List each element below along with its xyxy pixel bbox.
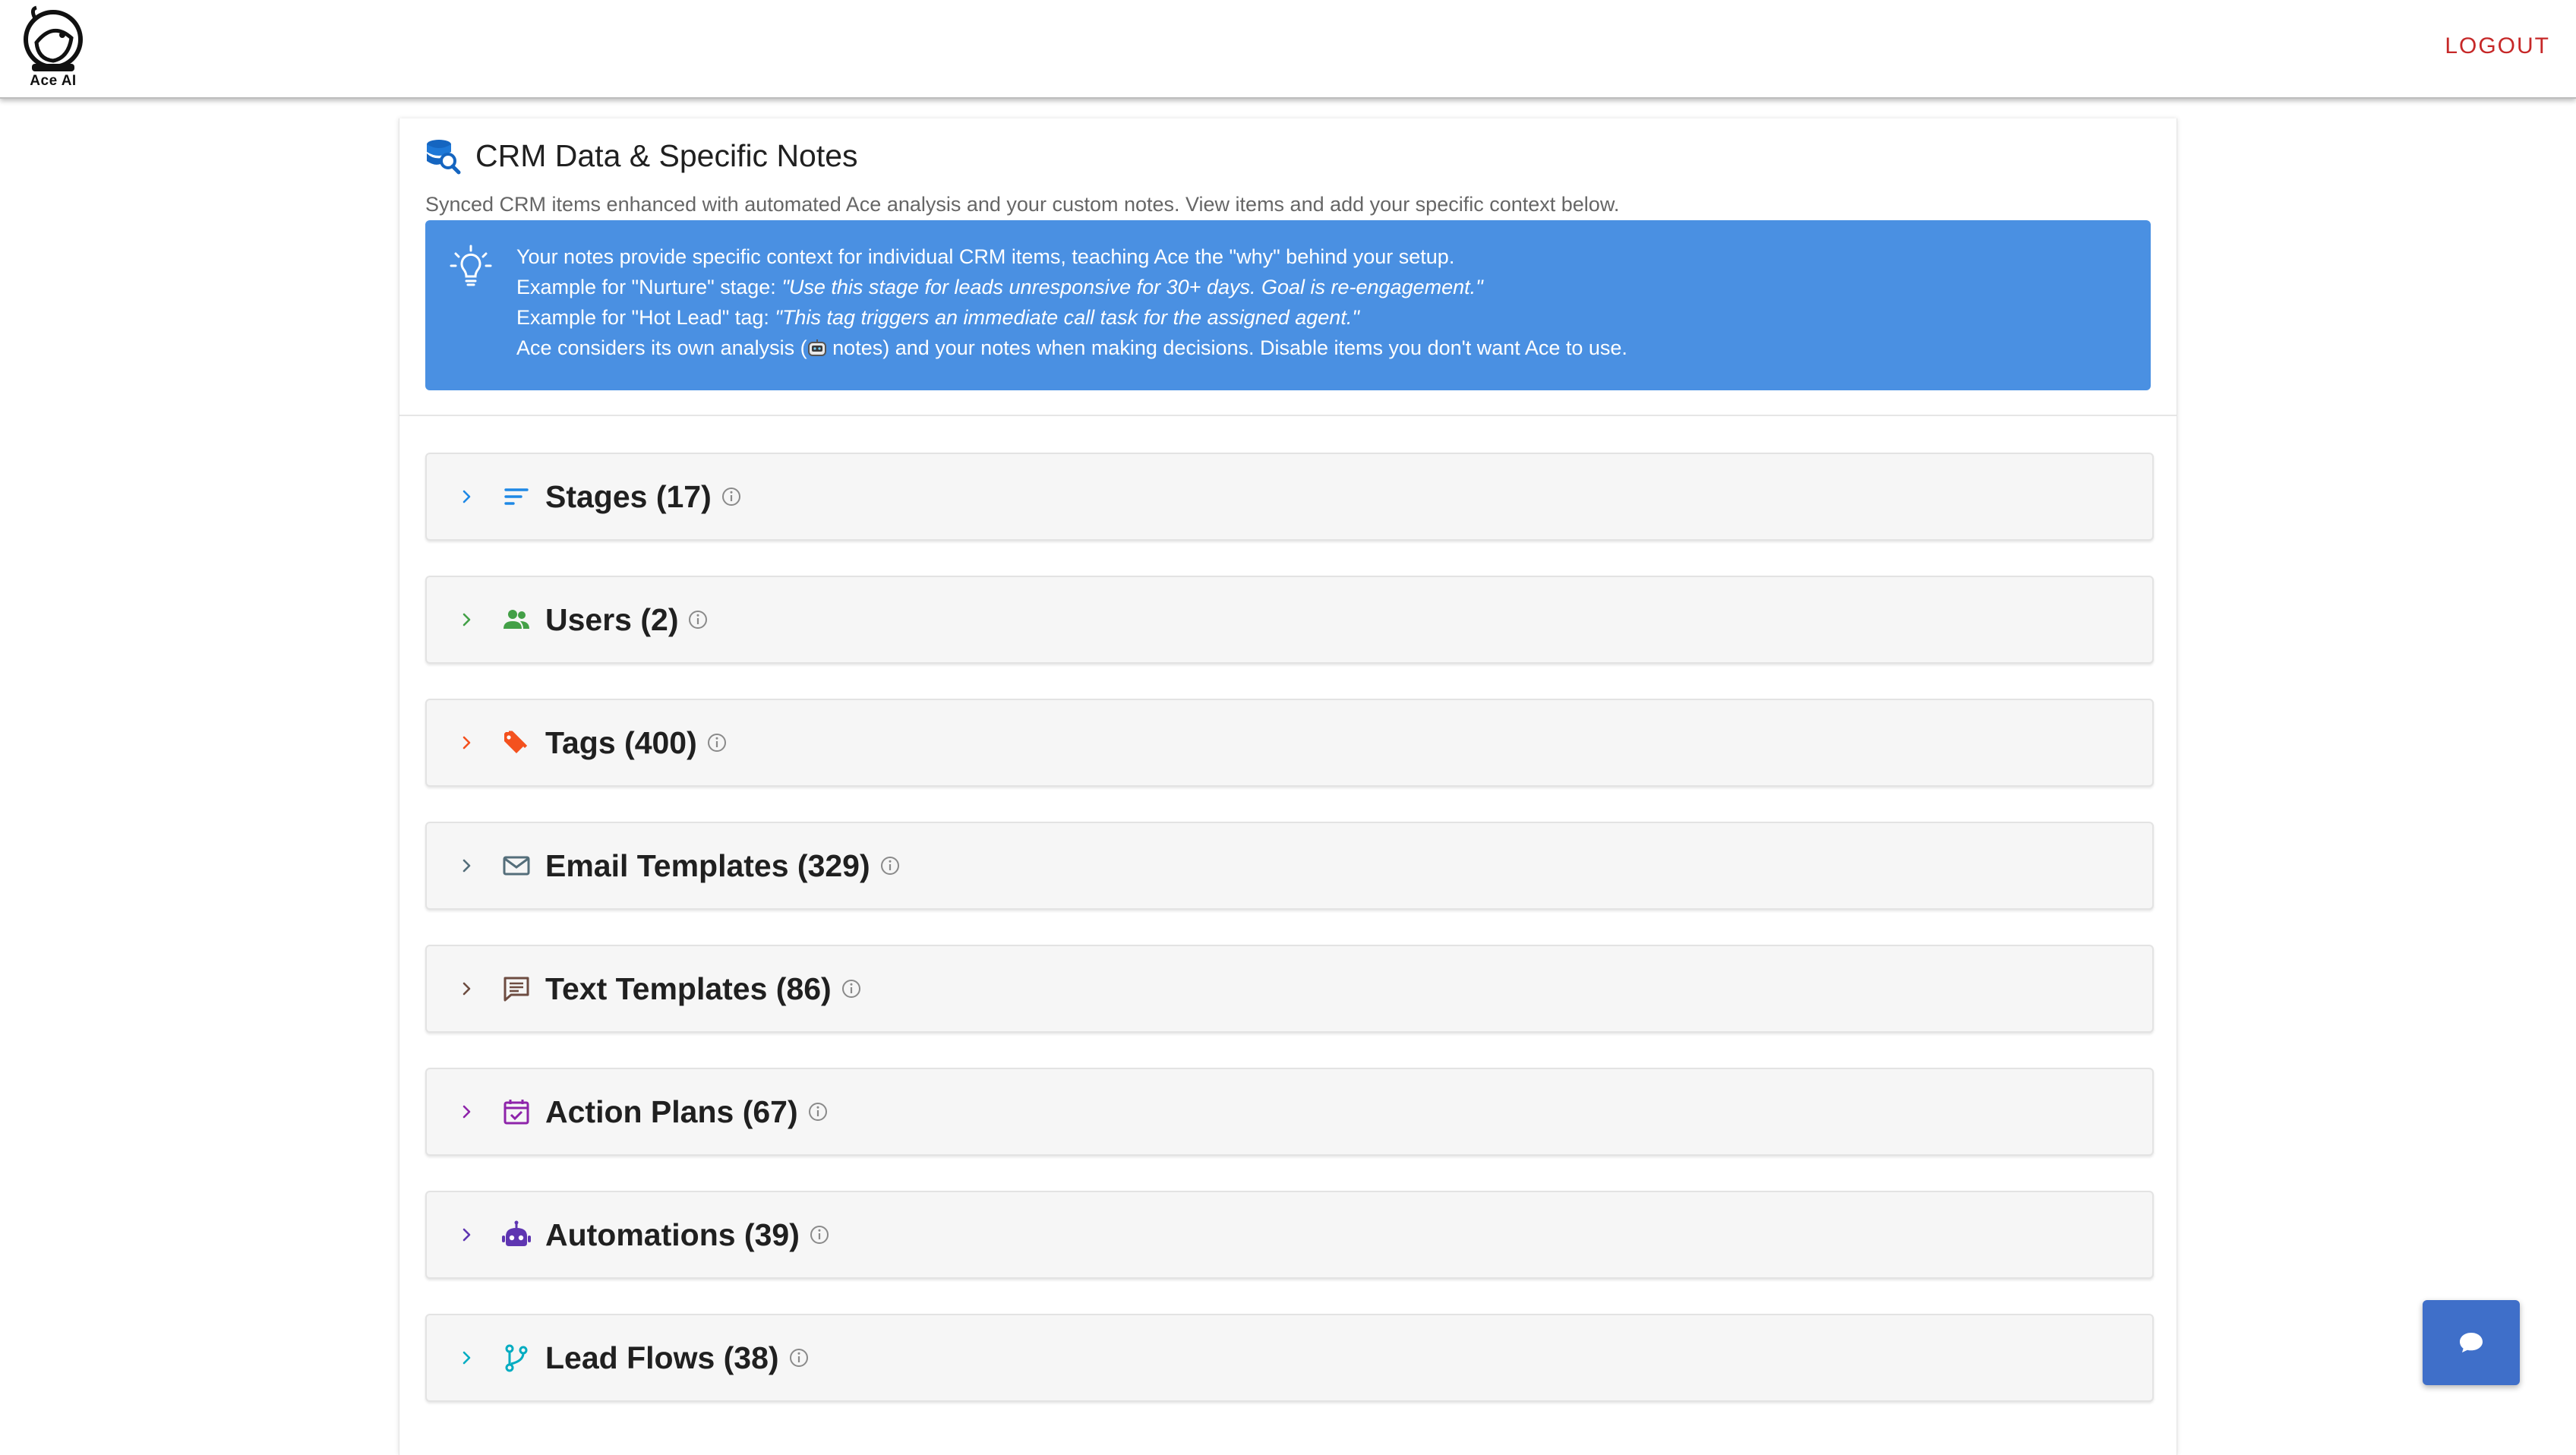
info-line-1: Your notes provide specific context for … — [516, 245, 1455, 268]
info-line-2: Example for "Nurture" stage: "Use this s… — [516, 272, 1627, 302]
chevron-right-icon — [462, 736, 471, 750]
crm-data-card: CRM Data & Specific Notes Synced CRM ite… — [399, 118, 2177, 1455]
lightbulb-icon — [450, 245, 492, 286]
chevron-right-icon — [462, 613, 471, 627]
info-line-3-prefix: Example for "Hot Lead" tag: — [516, 306, 775, 329]
section-label: Text Templates (86) — [545, 971, 832, 1006]
info-circle-icon[interactable] — [879, 855, 901, 876]
robot-face-icon — [807, 339, 826, 356]
info-circle-icon[interactable] — [721, 486, 742, 507]
robot-icon — [502, 1220, 531, 1246]
info-callout: Your notes provide specific context for … — [425, 220, 2151, 390]
info-circle-icon[interactable] — [809, 1224, 830, 1245]
chevron-right-icon — [462, 859, 471, 873]
info-line-2-quote: "Use this stage for leads unresponsive f… — [781, 276, 1483, 298]
section-users[interactable]: Users (2) — [425, 576, 2154, 664]
info-text: Your notes provide specific context for … — [516, 241, 1627, 363]
flow-branch-icon — [505, 1344, 528, 1372]
section-label: Tags (400) — [545, 724, 697, 760]
card-header: CRM Data & Specific Notes Synced CRM ite… — [399, 118, 2177, 416]
page-title: CRM Data & Specific Notes — [475, 137, 858, 173]
database-search-icon — [427, 140, 461, 175]
section-automations[interactable]: Automations (39) — [425, 1191, 2154, 1279]
info-circle-icon[interactable] — [807, 1101, 829, 1122]
section-label: Users (2) — [545, 601, 679, 637]
tag-icon — [504, 731, 528, 753]
section-email-templates[interactable]: Email Templates (329) — [425, 822, 2154, 910]
ace-ai-logo[interactable]: Ace AI — [20, 5, 87, 94]
info-line-4-prefix: Ace considers its own analysis ( — [516, 336, 807, 359]
logo-text: Ace AI — [30, 73, 77, 89]
chevron-right-icon — [462, 982, 471, 996]
users-group-icon — [504, 610, 529, 629]
chevron-right-icon — [462, 1351, 471, 1365]
info-line-3-quote: "This tag triggers an immediate call tas… — [775, 306, 1359, 329]
chevron-right-icon — [462, 1228, 471, 1242]
info-circle-icon[interactable] — [841, 978, 862, 999]
info-line-2-prefix: Example for "Nurture" stage: — [516, 276, 782, 298]
envelope-icon — [503, 856, 530, 876]
astronaut-helmet-icon — [24, 5, 83, 71]
section-label: Email Templates (329) — [545, 847, 870, 883]
chat-bubble-icon — [504, 977, 529, 1002]
chat-icon — [2460, 1333, 2483, 1352]
section-label: Stages (17) — [545, 478, 712, 514]
info-circle-icon[interactable] — [788, 1347, 810, 1368]
section-lead-flows[interactable]: Lead Flows (38) — [425, 1314, 2154, 1402]
chat-button[interactable] — [2423, 1300, 2520, 1385]
info-line-4: Ace considers its own analysis ( notes) … — [516, 333, 1627, 363]
stages-sort-icon — [504, 488, 529, 505]
calendar-check-icon — [504, 1100, 529, 1125]
title-row: CRM Data & Specific Notes — [424, 137, 858, 175]
section-stages[interactable]: Stages (17) — [425, 453, 2154, 541]
section-label: Action Plans (67) — [545, 1094, 798, 1129]
chevron-right-icon — [462, 490, 471, 503]
info-line-4-suffix: notes) and your notes when making decisi… — [826, 336, 1627, 359]
page-subtitle: Synced CRM items enhanced with automated… — [425, 193, 1620, 216]
logout-button[interactable]: LOGOUT — [2445, 33, 2550, 59]
chevron-right-icon — [462, 1105, 471, 1119]
info-circle-icon[interactable] — [706, 732, 728, 753]
section-label: Automations (39) — [545, 1217, 800, 1252]
section-text-templates[interactable]: Text Templates (86) — [425, 945, 2154, 1033]
top-app-bar: Ace AI LOGOUT — [0, 0, 2576, 99]
info-circle-icon[interactable] — [687, 609, 709, 630]
section-action-plans[interactable]: Action Plans (67) — [425, 1068, 2154, 1156]
section-tags[interactable]: Tags (400) — [425, 699, 2154, 787]
section-label: Lead Flows (38) — [545, 1340, 779, 1375]
info-line-3: Example for "Hot Lead" tag: "This tag tr… — [516, 302, 1627, 333]
